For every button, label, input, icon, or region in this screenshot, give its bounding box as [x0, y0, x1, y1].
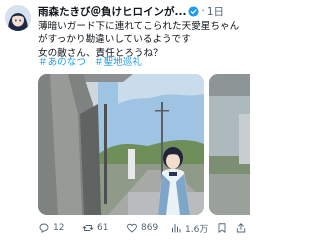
- repost-count: 61: [97, 223, 109, 233]
- verified-badge-icon: [188, 5, 200, 17]
- post-text: 薄暗いガード下に連れてこられた天愛星ちゃん がすっかり勘違いしているようです 女…: [38, 20, 248, 60]
- photo-second[interactable]: [209, 74, 250, 215]
- like-count: 869: [141, 223, 159, 233]
- repost-button[interactable]: 61: [82, 219, 108, 237]
- hashtag-list: ＃あのなつ ＃聖地巡礼: [38, 56, 150, 69]
- reply-button[interactable]: 12: [38, 219, 64, 237]
- post-text-line: がすっかり勘違いしているようです: [38, 34, 191, 46]
- bookmark-button[interactable]: [216, 219, 228, 237]
- photo-underpass[interactable]: [38, 74, 204, 215]
- views-chart-icon: [172, 224, 181, 233]
- heart-icon: [127, 223, 137, 233]
- action-bar: 12 61 869 1.6万: [38, 219, 248, 237]
- reply-icon: [39, 223, 49, 233]
- like-button[interactable]: 869: [126, 219, 158, 237]
- post-time[interactable]: 1日: [207, 4, 224, 19]
- views-button[interactable]: 1.6万: [170, 219, 208, 237]
- author-avatar[interactable]: [5, 5, 31, 31]
- post-header: 雨森たきび＠負けヒロインが... · 1日: [38, 3, 246, 19]
- hashtag-link[interactable]: ＃あのなつ: [38, 57, 86, 68]
- reply-count: 12: [53, 223, 65, 233]
- views-count: 1.6万: [185, 224, 209, 235]
- author-name[interactable]: 雨森たきび＠負けヒロインが...: [38, 4, 186, 19]
- separator-dot: ·: [201, 5, 205, 17]
- hashtag-link[interactable]: ＃聖地巡礼: [94, 57, 142, 68]
- media-gallery: [38, 74, 250, 215]
- share-button[interactable]: [235, 219, 247, 237]
- share-icon: [236, 223, 246, 233]
- repost-icon: [82, 225, 94, 231]
- bookmark-icon: [218, 223, 226, 233]
- post-text-line: 薄暗いガード下に連れてこられた天愛星ちゃん: [38, 21, 240, 32]
